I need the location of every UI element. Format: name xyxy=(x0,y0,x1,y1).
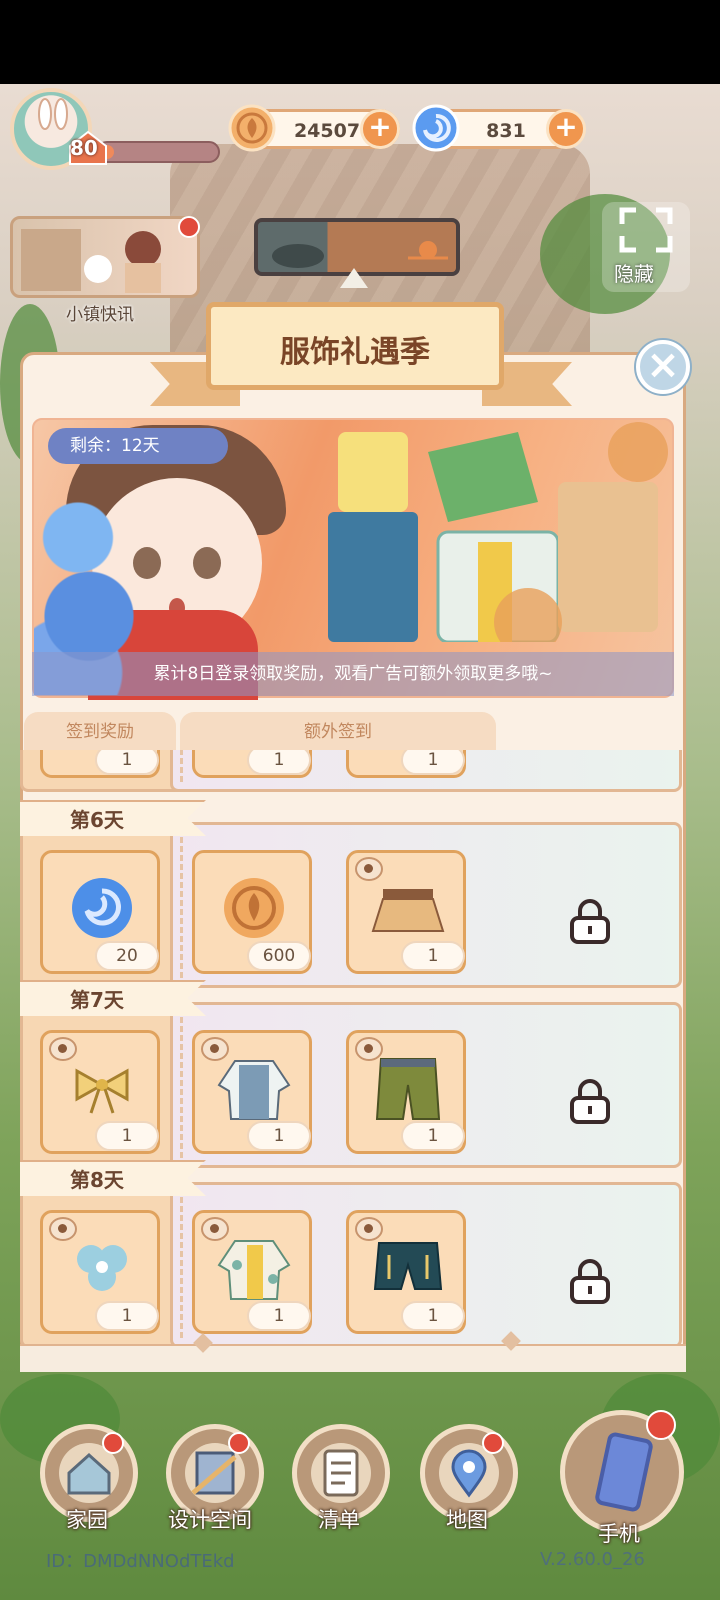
reward-list[interactable]: 1 1 1 第6天 20 600 1 第7天 1 1 1 第8天 1 1 1 xyxy=(20,750,686,1344)
phone-icon xyxy=(593,1431,655,1513)
tab-extra-signin[interactable]: 额外签到 xyxy=(180,712,496,752)
row-divider xyxy=(180,828,183,978)
nav-phone-notification-dot xyxy=(646,1410,676,1440)
reward-item[interactable]: 1 xyxy=(192,750,312,778)
add-coins-button[interactable]: + xyxy=(360,109,400,149)
reward-item[interactable]: 20 xyxy=(40,850,160,974)
gold-coin-icon xyxy=(224,878,284,938)
list-bottom-decoration xyxy=(20,1344,686,1372)
banner-clothing-items xyxy=(328,422,668,642)
reward-item[interactable]: 1 xyxy=(192,1210,312,1334)
day-label: 第7天 xyxy=(70,988,124,1012)
lock-icon xyxy=(570,1079,610,1124)
add-gems-button[interactable]: + xyxy=(546,109,586,149)
news-notification-dot xyxy=(178,216,200,238)
weather-pointer xyxy=(340,268,368,288)
reward-count: 1 xyxy=(247,1301,311,1331)
blue-swirl-gem-icon xyxy=(412,104,460,152)
reward-count: 1 xyxy=(401,750,465,775)
modal-title-banner: 服饰礼遇季 xyxy=(206,302,504,390)
row-divider xyxy=(180,1008,183,1158)
reward-item[interactable]: 1 xyxy=(346,750,466,778)
tab-signin-rewards[interactable]: 签到奖励 xyxy=(24,712,176,752)
reward-item[interactable]: 1 xyxy=(40,1030,160,1154)
banner-caption: 累计8日登录领取奖励，观看广告可额外领取更多哦~ xyxy=(32,652,674,696)
reward-row-day8: 第8天 1 1 1 xyxy=(20,1160,686,1344)
reward-item[interactable]: 1 xyxy=(40,1210,160,1334)
nav-list-label: 清单 xyxy=(318,1508,360,1532)
close-button[interactable]: × xyxy=(636,340,690,394)
blue-swirl-gem-icon xyxy=(72,878,132,938)
gold-coin-icon xyxy=(228,104,276,152)
reward-item[interactable]: 600 xyxy=(192,850,312,974)
dark-shorts-icon xyxy=(373,1242,443,1290)
player-id: ID：DMDdNNOdTEkd xyxy=(46,1551,235,1572)
reward-row-day7: 第7天 1 1 1 xyxy=(20,980,686,1168)
app-version: V.2.60.0_26 xyxy=(540,1549,645,1570)
reward-item[interactable]: 1 xyxy=(346,1030,466,1154)
reward-count: 1 xyxy=(95,1121,159,1151)
nav-map-label: 地图 xyxy=(446,1508,488,1532)
player-level: 80 xyxy=(70,136,98,160)
reward-count: 1 xyxy=(247,750,311,775)
level-progress-bar xyxy=(96,141,220,163)
skirt-icon xyxy=(371,889,445,932)
floral-shirt-icon xyxy=(217,1240,291,1300)
reward-count: 1 xyxy=(401,1301,465,1331)
day-label: 第6天 xyxy=(70,808,124,832)
reward-count: 1 xyxy=(95,1301,159,1331)
shirt-vest-icon xyxy=(217,1060,291,1120)
reward-count: 600 xyxy=(247,941,311,971)
bunny-ears-icon xyxy=(38,98,68,130)
nav-home-notification-dot xyxy=(102,1432,124,1454)
row-divider xyxy=(180,1188,183,1338)
green-pants-icon xyxy=(375,1058,441,1120)
nav-phone-label: 手机 xyxy=(598,1522,640,1546)
town-news-thumbnail[interactable] xyxy=(10,216,200,298)
reward-item[interactable]: 1 xyxy=(192,1030,312,1154)
reward-item[interactable]: 1 xyxy=(346,850,466,974)
reward-row-partial: 1 1 1 xyxy=(20,750,686,792)
reward-row-day6: 第6天 20 600 1 xyxy=(20,800,686,988)
close-icon: × xyxy=(646,342,680,388)
nav-map-notification-dot xyxy=(482,1432,504,1454)
flower-hairpin-icon xyxy=(77,1245,127,1291)
lock-icon xyxy=(570,899,610,944)
hide-ui-label: 隐藏 xyxy=(614,262,654,286)
reward-item[interactable]: 1 xyxy=(40,750,160,778)
reward-count: 1 xyxy=(95,750,159,775)
checklist-icon xyxy=(323,1449,359,1497)
reward-count: 20 xyxy=(95,941,159,971)
remaining-days-pill: 剩余：12天 xyxy=(48,428,228,464)
modal-title: 服饰礼遇季 xyxy=(280,335,430,370)
nav-design-notification-dot xyxy=(228,1432,250,1454)
expand-frame-icon xyxy=(619,207,673,253)
nav-list-inner xyxy=(311,1443,371,1503)
reward-count: 1 xyxy=(401,941,465,971)
lock-icon xyxy=(570,1259,610,1304)
weather-cloud-sun-icon xyxy=(272,241,448,268)
news-illustration xyxy=(21,229,161,293)
town-news-label: 小镇快讯 xyxy=(66,305,134,325)
nav-design-label: 设计空间 xyxy=(168,1508,252,1532)
reward-count: 1 xyxy=(401,1121,465,1151)
row-divider xyxy=(180,750,183,782)
reward-item[interactable]: 1 xyxy=(346,1210,466,1334)
day-label: 第8天 xyxy=(70,1168,124,1192)
reward-count: 1 xyxy=(247,1121,311,1151)
status-bar xyxy=(0,0,720,84)
nav-home-label: 家园 xyxy=(66,1508,108,1532)
bow-icon xyxy=(75,1068,129,1114)
